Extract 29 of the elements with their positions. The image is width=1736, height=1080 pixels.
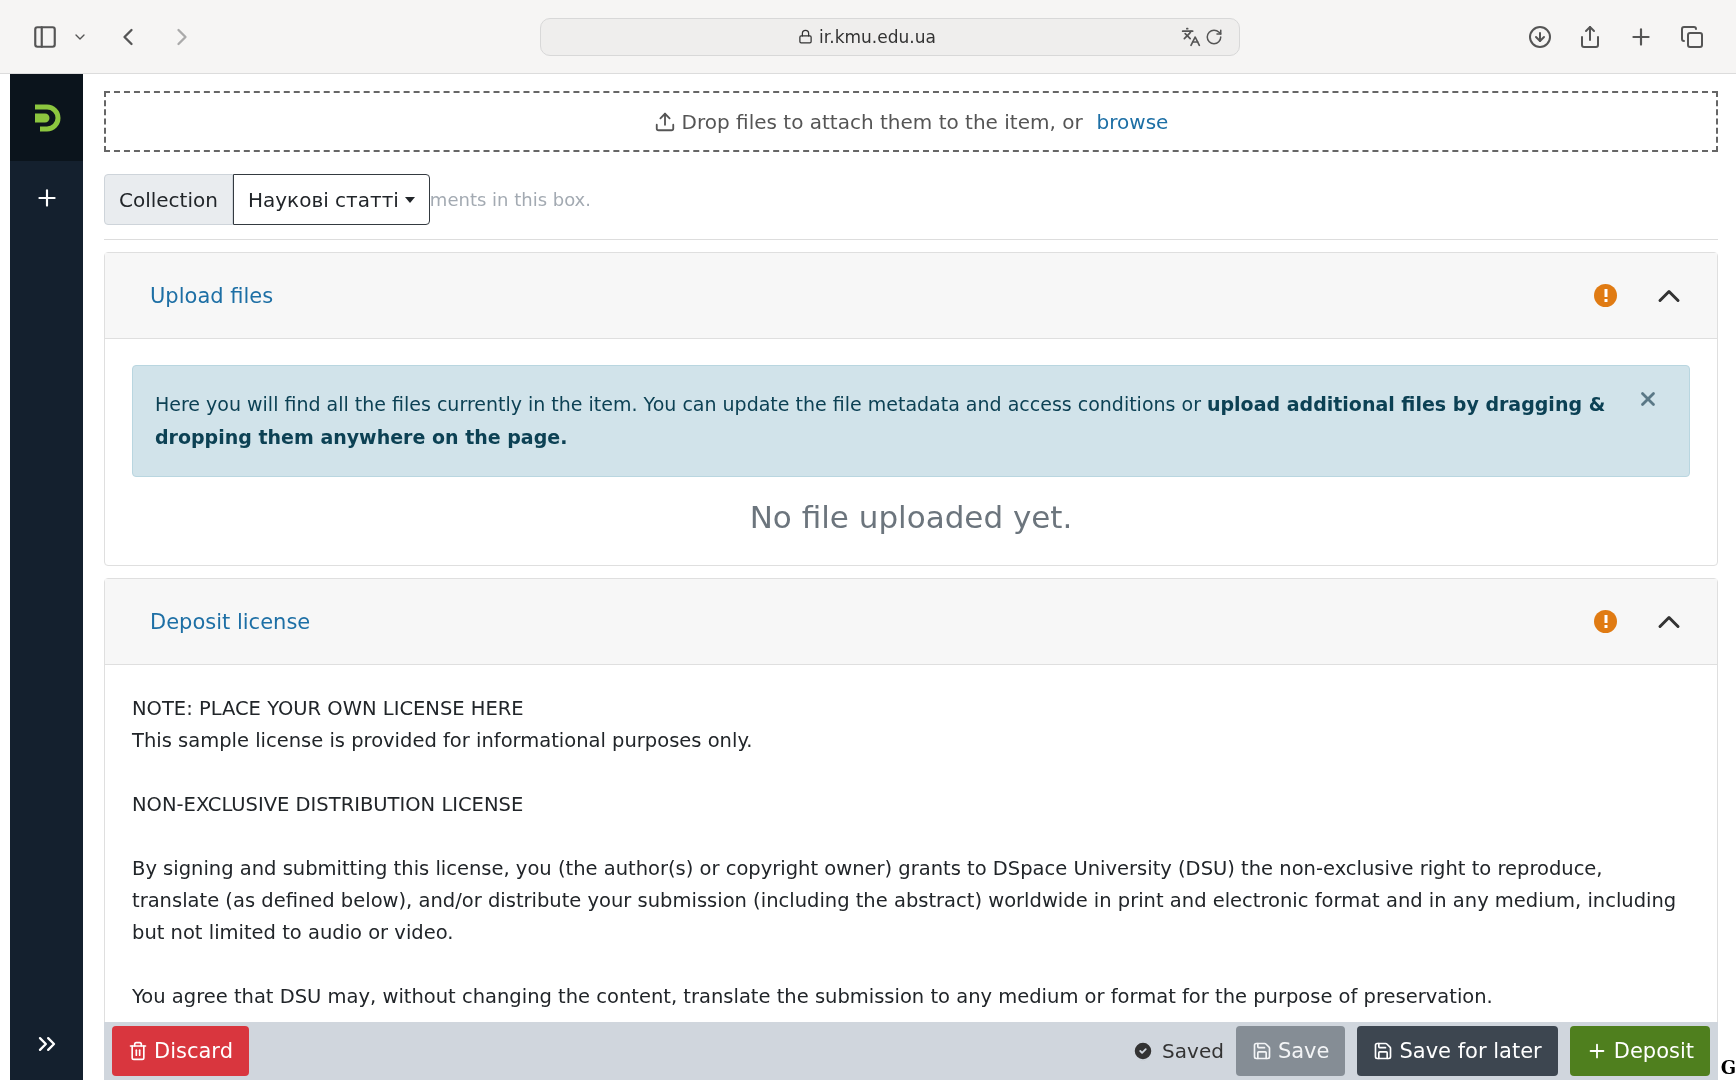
dropzone-text: Drop files to attach them to the item, or [681,109,1083,134]
collection-dropdown[interactable]: Наукові статті [232,174,430,225]
license-text: NON-EXCLUSIVE DISTRIBUTION LICENSE [132,792,525,818]
alert-text: Here you will find all the files currently in the item. You can update the file metadata and access conditions or upload additional files by dragging & dropping them anywhere on the page. [155,392,1607,450]
discard-button[interactable]: Discard [112,1026,249,1076]
license-text: This sample license is provided for informational purposes only. [132,728,754,754]
upload-icon [653,110,676,133]
url-text: ir.kmu.edu.ua [555,26,1179,47]
lock-icon [798,29,814,44]
collection-label: Collection [104,174,233,225]
save-icon [1373,1041,1394,1061]
license-text: By signing and submitting this license, you (the author(s) or copyright owner) grants to DSpace University (DSU) the non-exclusive right to reproduce, translate (as defined below), and/or distribute your submission (including the abstract) worldwide in print and electronic format and in any medium, including but not limited to audio or video. [132,856,1678,946]
save-icon [1251,1041,1272,1061]
check-icon [1132,1040,1155,1062]
corner-letter: G [1720,1057,1736,1078]
caret-icon [404,196,415,203]
section-title[interactable]: Deposit license [150,609,311,634]
save-later-button[interactable]: Save for later [1357,1026,1558,1076]
address-bar[interactable]: ir.kmu.edu.ua [540,17,1240,56]
deposit-button[interactable]: Deposit [1569,1026,1710,1076]
license-text: You agree that DSU may, without changing the content, translate the submission to any medium or format for the purpose of preservation. [132,984,1494,1010]
trash-icon [128,1041,148,1061]
browse-link[interactable]: browse [1096,109,1169,134]
dropzone[interactable]: Drop files to attach them to the item, or browse [104,91,1718,152]
license-text: NOTE: PLACE YOUR OWN LICENSE HERE [132,696,525,722]
hint-text: ments in this box. [429,189,591,210]
save-status: Saved [1162,1039,1224,1063]
empty-message: No file uploaded yet. [748,499,1074,535]
section-title[interactable]: Upload files [150,283,274,308]
